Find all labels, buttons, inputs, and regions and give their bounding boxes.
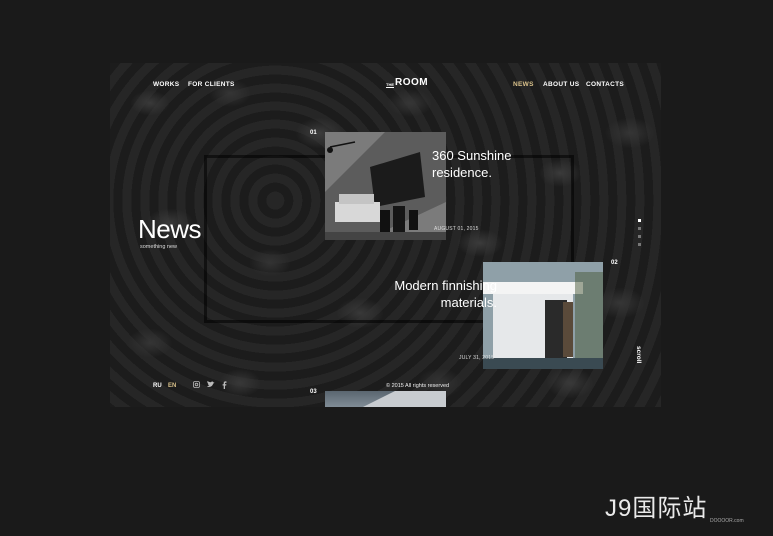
page-subtitle: something new [140, 244, 177, 250]
nav-news-link[interactable]: NEWS [513, 81, 534, 88]
twitter-glyph [207, 381, 215, 387]
pagination-dot[interactable] [638, 219, 641, 222]
card-number: 01 [310, 130, 317, 136]
lang-en-link[interactable]: EN [168, 383, 176, 389]
modern-house-illustration [483, 262, 603, 369]
nav-for-clients-link[interactable]: FOR CLIENTS [188, 81, 235, 88]
scroll-hint[interactable]: scroll [635, 346, 642, 363]
card-title[interactable]: 360 Sunshine residence. [432, 147, 512, 181]
facebook-glyph [222, 381, 227, 389]
instagram-icon[interactable] [193, 381, 200, 390]
watermark-text: J9国际站 [605, 495, 708, 522]
facebook-icon[interactable] [222, 381, 227, 391]
site-preview: WORKS FOR CLIENTS THE ROOM NEWS ABOUT US… [110, 63, 661, 407]
living-room-illustration [325, 132, 446, 240]
card-date: AUGUST 01, 2015 [434, 226, 479, 232]
partial-illustration [363, 391, 446, 407]
card-title-line: Modern finnishing [394, 278, 497, 293]
pagination-dots [638, 219, 642, 251]
nav-works-link[interactable]: WORKS [153, 81, 179, 88]
card-title-line: materials. [440, 295, 497, 310]
lang-ru-link[interactable]: RU [153, 383, 162, 389]
card-title[interactable]: Modern finnishing materials. [371, 277, 497, 311]
card-image-living-room[interactable] [325, 132, 446, 240]
card-title-line: residence. [432, 165, 492, 180]
copyright-text: © 2015 All rights reserved [386, 383, 450, 389]
watermark-subtext: DOOOOR.com [710, 518, 744, 524]
pagination-dot[interactable] [638, 243, 641, 246]
twitter-icon[interactable] [207, 381, 215, 390]
card-title-line: 360 Sunshine [432, 148, 512, 163]
logo-small-text: THE [386, 82, 394, 88]
nav-about-us-link[interactable]: ABOUT US [543, 81, 579, 88]
card-number: 03 [310, 389, 317, 395]
instagram-glyph [193, 381, 200, 388]
logo-text: ROOM [395, 77, 429, 88]
card-date: JULY 31, 2015 [459, 355, 495, 361]
card-image-partial[interactable] [325, 391, 446, 407]
pagination-dot[interactable] [638, 235, 641, 238]
card-image-modern-house[interactable] [483, 262, 603, 369]
card-number: 02 [611, 260, 618, 266]
pagination-dot[interactable] [638, 227, 641, 230]
nav-contacts-link[interactable]: CONTACTS [586, 81, 624, 88]
logo[interactable]: THE ROOM [386, 77, 428, 88]
page-title: News [138, 214, 202, 244]
